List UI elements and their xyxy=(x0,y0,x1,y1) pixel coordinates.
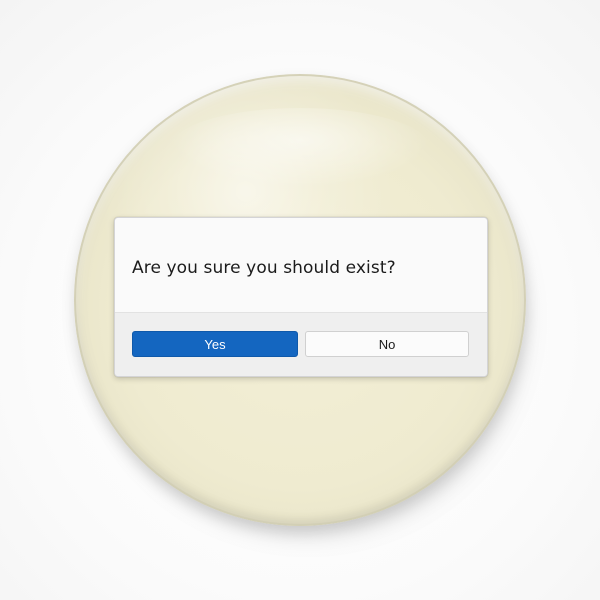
dialog-message: Are you sure you should exist? xyxy=(132,258,396,278)
no-button[interactable]: No xyxy=(305,331,469,357)
yes-button[interactable]: Yes xyxy=(132,331,298,357)
pin-glare xyxy=(170,108,430,188)
product-stage: Are you sure you should exist? Yes No xyxy=(0,0,600,600)
dialog-body: Are you sure you should exist? xyxy=(115,218,487,312)
dialog-footer: Yes No xyxy=(115,312,487,376)
confirm-dialog: Are you sure you should exist? Yes No xyxy=(114,217,488,377)
